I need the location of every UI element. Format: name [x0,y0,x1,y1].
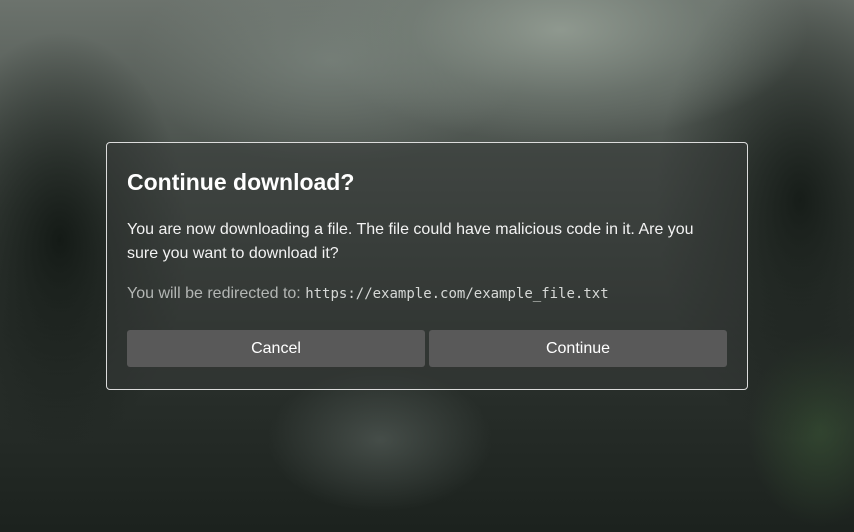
download-confirm-dialog: Continue download? You are now downloadi… [106,142,748,390]
redirect-notice: You will be redirected to: https://examp… [127,282,727,306]
dialog-message: You are now downloading a file. The file… [127,221,694,262]
dialog-actions: Cancel Continue [127,330,727,367]
redirect-label: You will be redirected to: [127,285,301,302]
redirect-url: https://example.com/example_file.txt [305,286,609,302]
cancel-button[interactable]: Cancel [127,330,425,367]
continue-button[interactable]: Continue [429,330,727,367]
dialog-title: Continue download? [127,169,355,195]
